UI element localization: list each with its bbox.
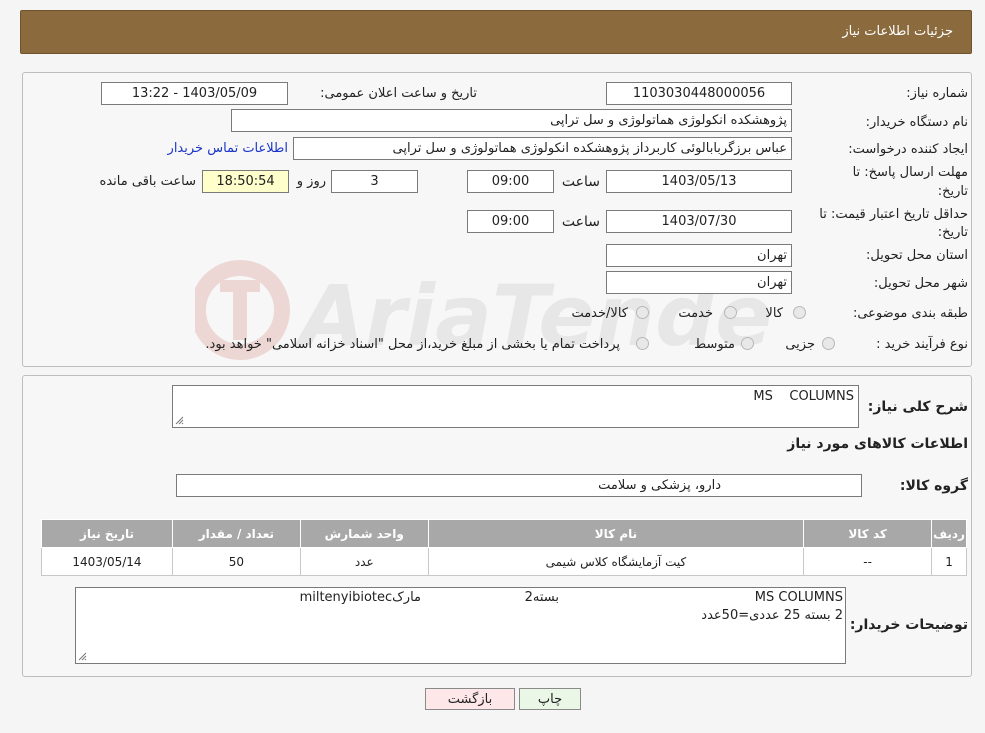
col-name-header: نام کالا bbox=[427, 519, 805, 548]
deadline-label: مهلت ارسال پاسخ: تا bbox=[852, 165, 968, 180]
validity-time-label: ساعت bbox=[561, 214, 600, 230]
announce-label: تاریخ و ساعت اعلان عمومی: bbox=[320, 86, 477, 101]
category-radio-goods[interactable] bbox=[793, 306, 806, 319]
buyer-notes-line1-a: MS COLUMNS bbox=[754, 590, 843, 605]
buyer-notes-line1-b: بسته2 bbox=[524, 590, 559, 605]
print-button[interactable]: چاپ bbox=[519, 688, 581, 710]
process-option-minor: جزیی bbox=[785, 337, 815, 352]
buyer-notes-line2: 2 بسته 25 عددی=50عدد bbox=[701, 608, 843, 623]
items-table: ردیف کد کالا نام کالا واحد شمارش تعداد /… bbox=[41, 519, 967, 576]
resize-grip-icon[interactable] bbox=[78, 652, 87, 661]
need-number-field: 1103030448000056 bbox=[606, 82, 792, 105]
page-header: جزئیات اطلاعات نیاز bbox=[20, 10, 972, 54]
process-radio-medium[interactable] bbox=[741, 337, 754, 350]
validity-label-date: تاریخ: bbox=[937, 225, 968, 240]
process-label: نوع فرآیند خرید : bbox=[876, 337, 968, 352]
buyer-notes-label: توضیحات خریدار: bbox=[849, 617, 968, 633]
announce-field: 1403/05/09 - 13:22 bbox=[101, 82, 288, 105]
remaining-time-label: ساعت باقی مانده bbox=[99, 174, 196, 189]
need-description-field[interactable]: MS COLUMNS bbox=[172, 385, 859, 428]
province-label: استان محل تحویل: bbox=[866, 248, 968, 263]
col-date-header: تاریخ نیاز bbox=[41, 519, 173, 548]
cell-name: کیت آزمایشگاه کلاس شیمی bbox=[427, 547, 805, 576]
need-description-text: MS COLUMNS bbox=[753, 389, 854, 404]
cell-unit: عدد bbox=[299, 547, 429, 576]
need-number-label: شماره نیاز: bbox=[906, 86, 968, 101]
category-label: طبقه بندی موضوعی: bbox=[852, 306, 968, 321]
cell-date: 1403/05/14 bbox=[41, 547, 173, 576]
validity-date-field: 1403/07/30 bbox=[606, 210, 792, 233]
days-label: روز و bbox=[296, 174, 326, 189]
process-checkbox-treasury[interactable] bbox=[636, 337, 649, 350]
col-unit-header: واحد شمارش bbox=[299, 519, 429, 548]
process-radio-minor[interactable] bbox=[822, 337, 835, 350]
goods-info-title: اطلاعات کالاهای مورد نیاز bbox=[787, 436, 968, 452]
category-option-goods: کالا bbox=[765, 306, 783, 321]
deadline-label-date: تاریخ: bbox=[937, 184, 968, 199]
buyer-notes-field[interactable]: MS COLUMNS بسته2 مارکmiltenyibiotec 2 بس… bbox=[75, 587, 846, 664]
creator-label: ایجاد کننده درخواست: bbox=[848, 142, 968, 157]
goods-group-field: دارو، پزشکی و سلامت bbox=[176, 474, 862, 497]
table-row: 1 -- کیت آزمایشگاه کلاس شیمی عدد 50 1403… bbox=[41, 547, 967, 576]
buyer-notes-line1-c: مارکmiltenyibiotec bbox=[299, 590, 421, 605]
city-field: تهران bbox=[606, 271, 792, 294]
goods-group-label: گروه کالا: bbox=[899, 478, 968, 494]
province-field: تهران bbox=[606, 244, 792, 267]
need-description-label: شرح کلی نیاز: bbox=[867, 399, 968, 415]
category-option-service: خدمت bbox=[678, 306, 713, 321]
process-option-medium: متوسط bbox=[694, 337, 735, 352]
cell-qty: 50 bbox=[171, 547, 301, 576]
resize-grip-icon[interactable] bbox=[175, 416, 184, 425]
deadline-time-field: 09:00 bbox=[467, 170, 554, 193]
validity-label: حداقل تاریخ اعتبار قیمت: تا bbox=[819, 207, 968, 222]
validity-time-field: 09:00 bbox=[467, 210, 554, 233]
table-header-row: ردیف کد کالا نام کالا واحد شمارش تعداد /… bbox=[41, 519, 967, 548]
creator-field: عباس برزگربابالوئی کاربرداز پژوهشکده انک… bbox=[293, 137, 792, 160]
remaining-time-field: 18:50:54 bbox=[202, 170, 289, 193]
cell-row: 1 bbox=[931, 547, 967, 576]
col-qty-header: تعداد / مقدار bbox=[171, 519, 301, 548]
category-radio-service[interactable] bbox=[724, 306, 737, 319]
deadline-date-field: 1403/05/13 bbox=[606, 170, 792, 193]
cell-code: -- bbox=[803, 547, 933, 576]
category-radio-goods-service[interactable] bbox=[636, 306, 649, 319]
col-code-header: کد کالا bbox=[803, 519, 933, 548]
back-button[interactable]: بازگشت bbox=[425, 688, 515, 710]
process-note: پرداخت تمام یا بخشی از مبلغ خرید،از محل … bbox=[205, 337, 620, 352]
page-title: جزئیات اطلاعات نیاز bbox=[842, 24, 953, 39]
col-row-header: ردیف bbox=[931, 519, 967, 548]
days-field: 3 bbox=[331, 170, 418, 193]
buyer-org-field: پژوهشکده انکولوژی هماتولوژی و سل تراپی bbox=[231, 109, 792, 132]
buyer-org-label: نام دستگاه خریدار: bbox=[865, 115, 968, 130]
category-option-goods-service: کالا/خدمت bbox=[571, 306, 628, 321]
city-label: شهر محل تحویل: bbox=[873, 276, 968, 291]
deadline-time-label: ساعت bbox=[561, 174, 600, 190]
buyer-contact-link[interactable]: اطلاعات تماس خریدار bbox=[168, 141, 288, 156]
